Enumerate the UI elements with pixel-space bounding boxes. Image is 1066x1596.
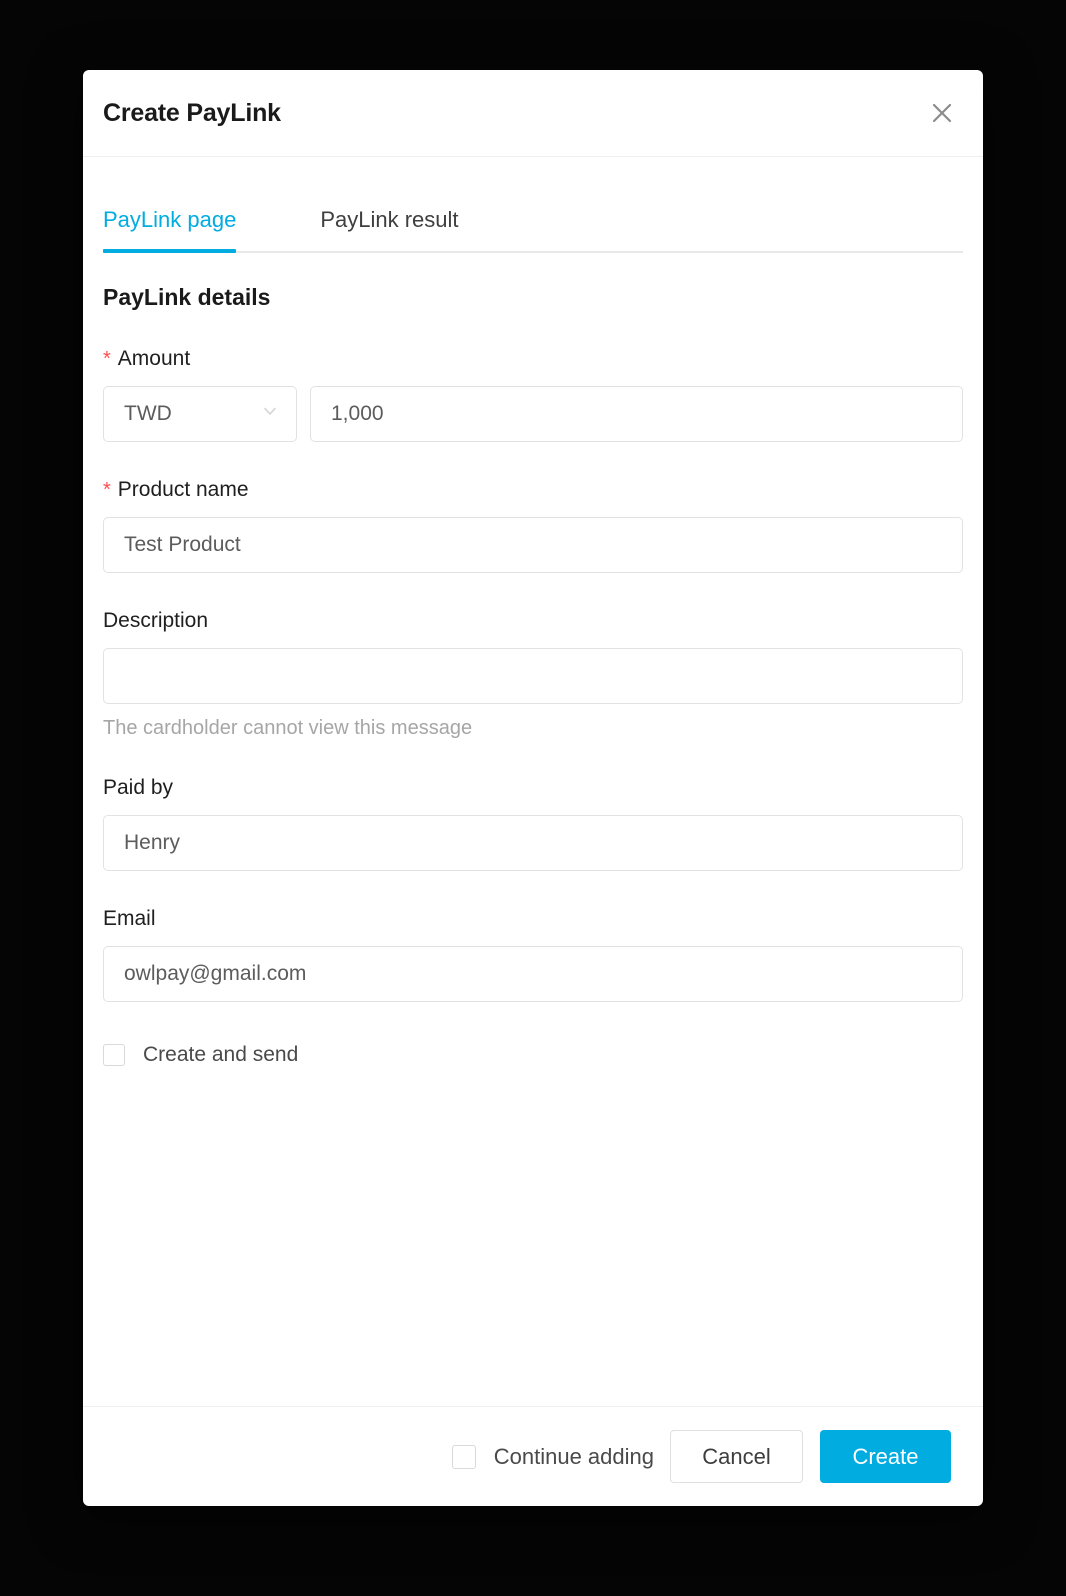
continue-adding-checkbox[interactable]	[451, 1444, 476, 1469]
amount-input-value: 1,000	[331, 402, 384, 425]
continue-adding-label: Continue adding	[493, 1443, 654, 1469]
amount-label-text: Amount	[117, 347, 191, 370]
product-name-label: * Product name	[103, 478, 963, 502]
create-button-label: Create	[852, 1443, 919, 1469]
create-and-send-label: Create and send	[143, 1043, 299, 1066]
dialog-header: Create PayLink	[83, 70, 983, 157]
product-name-label-text: Product name	[117, 478, 249, 501]
field-amount: * Amount TWD 1,000	[103, 347, 963, 442]
paid-by-label-text: Paid by	[103, 776, 174, 799]
amount-controls: TWD 1,000	[103, 386, 963, 442]
tab-paylink-page[interactable]: PayLink page	[103, 207, 237, 253]
paid-by-input-value: Henry	[124, 831, 181, 854]
required-marker: *	[103, 479, 111, 501]
email-label-text: Email	[103, 907, 156, 930]
amount-label: * Amount	[103, 347, 963, 371]
currency-select-value: TWD	[124, 402, 172, 425]
description-label: Description	[103, 609, 963, 633]
create-and-send-checkbox-row[interactable]: Create and send	[103, 1043, 963, 1067]
email-label: Email	[103, 907, 963, 931]
create-button[interactable]: Create	[820, 1430, 951, 1483]
tab-paylink-result[interactable]: PayLink result	[320, 207, 458, 253]
dialog-title: Create PayLink	[103, 98, 281, 127]
close-button[interactable]	[925, 96, 959, 130]
cancel-button-label: Cancel	[702, 1443, 771, 1469]
product-name-input[interactable]: Test Product	[103, 517, 963, 573]
tab-paylink-result-label: PayLink result	[320, 207, 459, 232]
create-paylink-dialog: Create PayLink PayLink page PayLink resu…	[83, 70, 983, 1506]
paid-by-label: Paid by	[103, 776, 963, 800]
currency-select[interactable]: TWD	[103, 386, 297, 442]
dialog-footer: Continue adding Cancel Create	[83, 1406, 983, 1506]
description-label-text: Description	[103, 609, 209, 632]
description-input[interactable]	[103, 648, 963, 704]
email-input-value: owlpay@gmail.com	[124, 962, 307, 985]
tab-paylink-page-label: PayLink page	[103, 207, 237, 232]
product-name-input-value: Test Product	[124, 533, 241, 556]
section-title: PayLink details	[103, 284, 271, 310]
dialog-body: PayLink page PayLink result PayLink deta…	[83, 157, 983, 1406]
field-paid-by: Paid by Henry	[103, 776, 963, 871]
description-help-text: The cardholder cannot view this message	[103, 717, 473, 739]
field-description: Description The cardholder cannot view t…	[103, 609, 963, 740]
email-input[interactable]: owlpay@gmail.com	[103, 946, 963, 1002]
chevron-down-icon	[260, 401, 280, 427]
required-marker: *	[103, 348, 111, 370]
tab-bar: PayLink page PayLink result	[103, 157, 963, 253]
amount-input[interactable]: 1,000	[310, 386, 963, 442]
cancel-button[interactable]: Cancel	[670, 1430, 803, 1483]
create-and-send-checkbox[interactable]	[103, 1044, 125, 1066]
paid-by-input[interactable]: Henry	[103, 815, 963, 871]
field-email: Email owlpay@gmail.com	[103, 907, 963, 1002]
field-product-name: * Product name Test Product	[103, 478, 963, 573]
continue-adding-checkbox-row[interactable]: Continue adding	[451, 1443, 654, 1470]
close-icon	[931, 102, 953, 124]
